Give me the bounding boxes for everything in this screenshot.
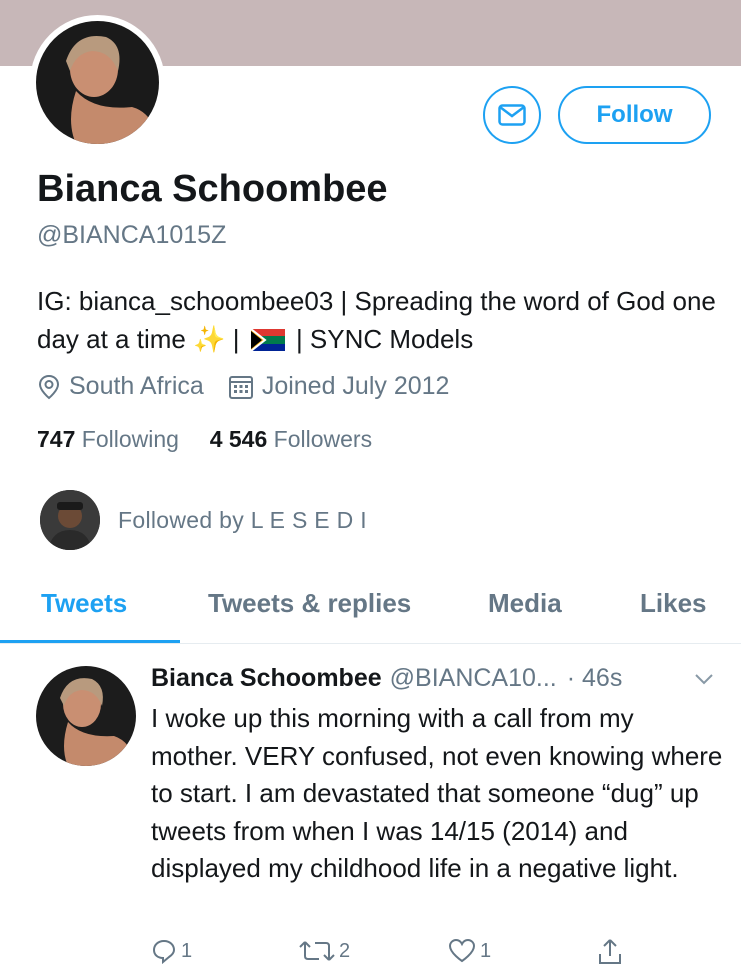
followed-by-row[interactable]: Followed by L E S E D I (40, 490, 367, 550)
follower-avatar (40, 490, 100, 550)
joined-date: Joined July 2012 (228, 372, 450, 401)
profile-tabs: Tweets Tweets & replies Media Likes (0, 578, 741, 644)
location: South Africa (37, 372, 204, 401)
follow-counts: 747 Following 4 546 Followers (37, 426, 372, 453)
followers-link[interactable]: 4 546 Followers (210, 426, 372, 452)
message-button[interactable] (483, 86, 541, 144)
tweet-author-handle[interactable]: @BIANCA10... (390, 664, 557, 693)
reply-count: 1 (181, 939, 193, 962)
tweet-header: Bianca Schoombee @BIANCA10... · 46s (151, 664, 622, 693)
bio-separator: | (232, 324, 240, 354)
location-text: South Africa (69, 372, 204, 400)
follow-button[interactable]: Follow (558, 86, 711, 144)
sparkles-icon: ✨ (193, 324, 226, 354)
heart-icon (448, 938, 476, 963)
followers-count: 4 546 (209, 426, 268, 452)
followed-by-text: Followed by L E S E D I (118, 506, 367, 533)
profile-avatar[interactable] (30, 15, 165, 150)
profile-meta: South Africa Joined July 2012 (37, 372, 473, 401)
followers-label: Followers (273, 426, 373, 452)
reply-button[interactable]: 1 (151, 938, 192, 964)
share-button[interactable] (597, 938, 627, 966)
share-icon (599, 939, 621, 964)
tweet-timestamp[interactable]: · 46s (567, 664, 623, 693)
tweet-author-avatar[interactable] (36, 666, 136, 766)
profile-display-name: Bianca Schoombee (37, 168, 388, 210)
tweet-actions: 1 2 1 (151, 938, 631, 972)
retweet-button[interactable]: 2 (299, 938, 350, 964)
envelope-icon (498, 104, 526, 126)
chevron-down-icon[interactable] (693, 672, 715, 686)
joined-text: Joined July 2012 (261, 372, 450, 400)
following-count: 747 (37, 426, 76, 452)
like-button[interactable]: 1 (448, 938, 491, 964)
tweet-text: I woke up this morning with a call from … (151, 703, 723, 883)
like-count: 1 (480, 939, 492, 962)
following-label: Following (81, 426, 179, 452)
following-link[interactable]: 747 Following (37, 426, 185, 452)
profile-bio: IG: bianca_schoombee03 | Spreading the w… (37, 282, 717, 358)
retweet-icon (299, 941, 335, 961)
profile-handle: @BIANCA1015Z (37, 221, 227, 249)
reply-icon (152, 939, 176, 964)
calendar-icon (228, 375, 253, 399)
tab-media[interactable]: Media (488, 588, 562, 619)
bio-text-end: | SYNC Models (295, 324, 474, 354)
south-africa-flag-icon (250, 329, 285, 351)
retweet-count: 2 (339, 939, 351, 962)
active-tab-indicator (0, 640, 180, 643)
location-pin-icon (38, 374, 60, 399)
tweet-author-name[interactable]: Bianca Schoombee (151, 664, 382, 693)
tab-likes[interactable]: Likes (640, 588, 707, 619)
tab-tweets-replies[interactable]: Tweets & replies (208, 588, 411, 619)
tab-tweets[interactable]: Tweets (41, 588, 127, 619)
